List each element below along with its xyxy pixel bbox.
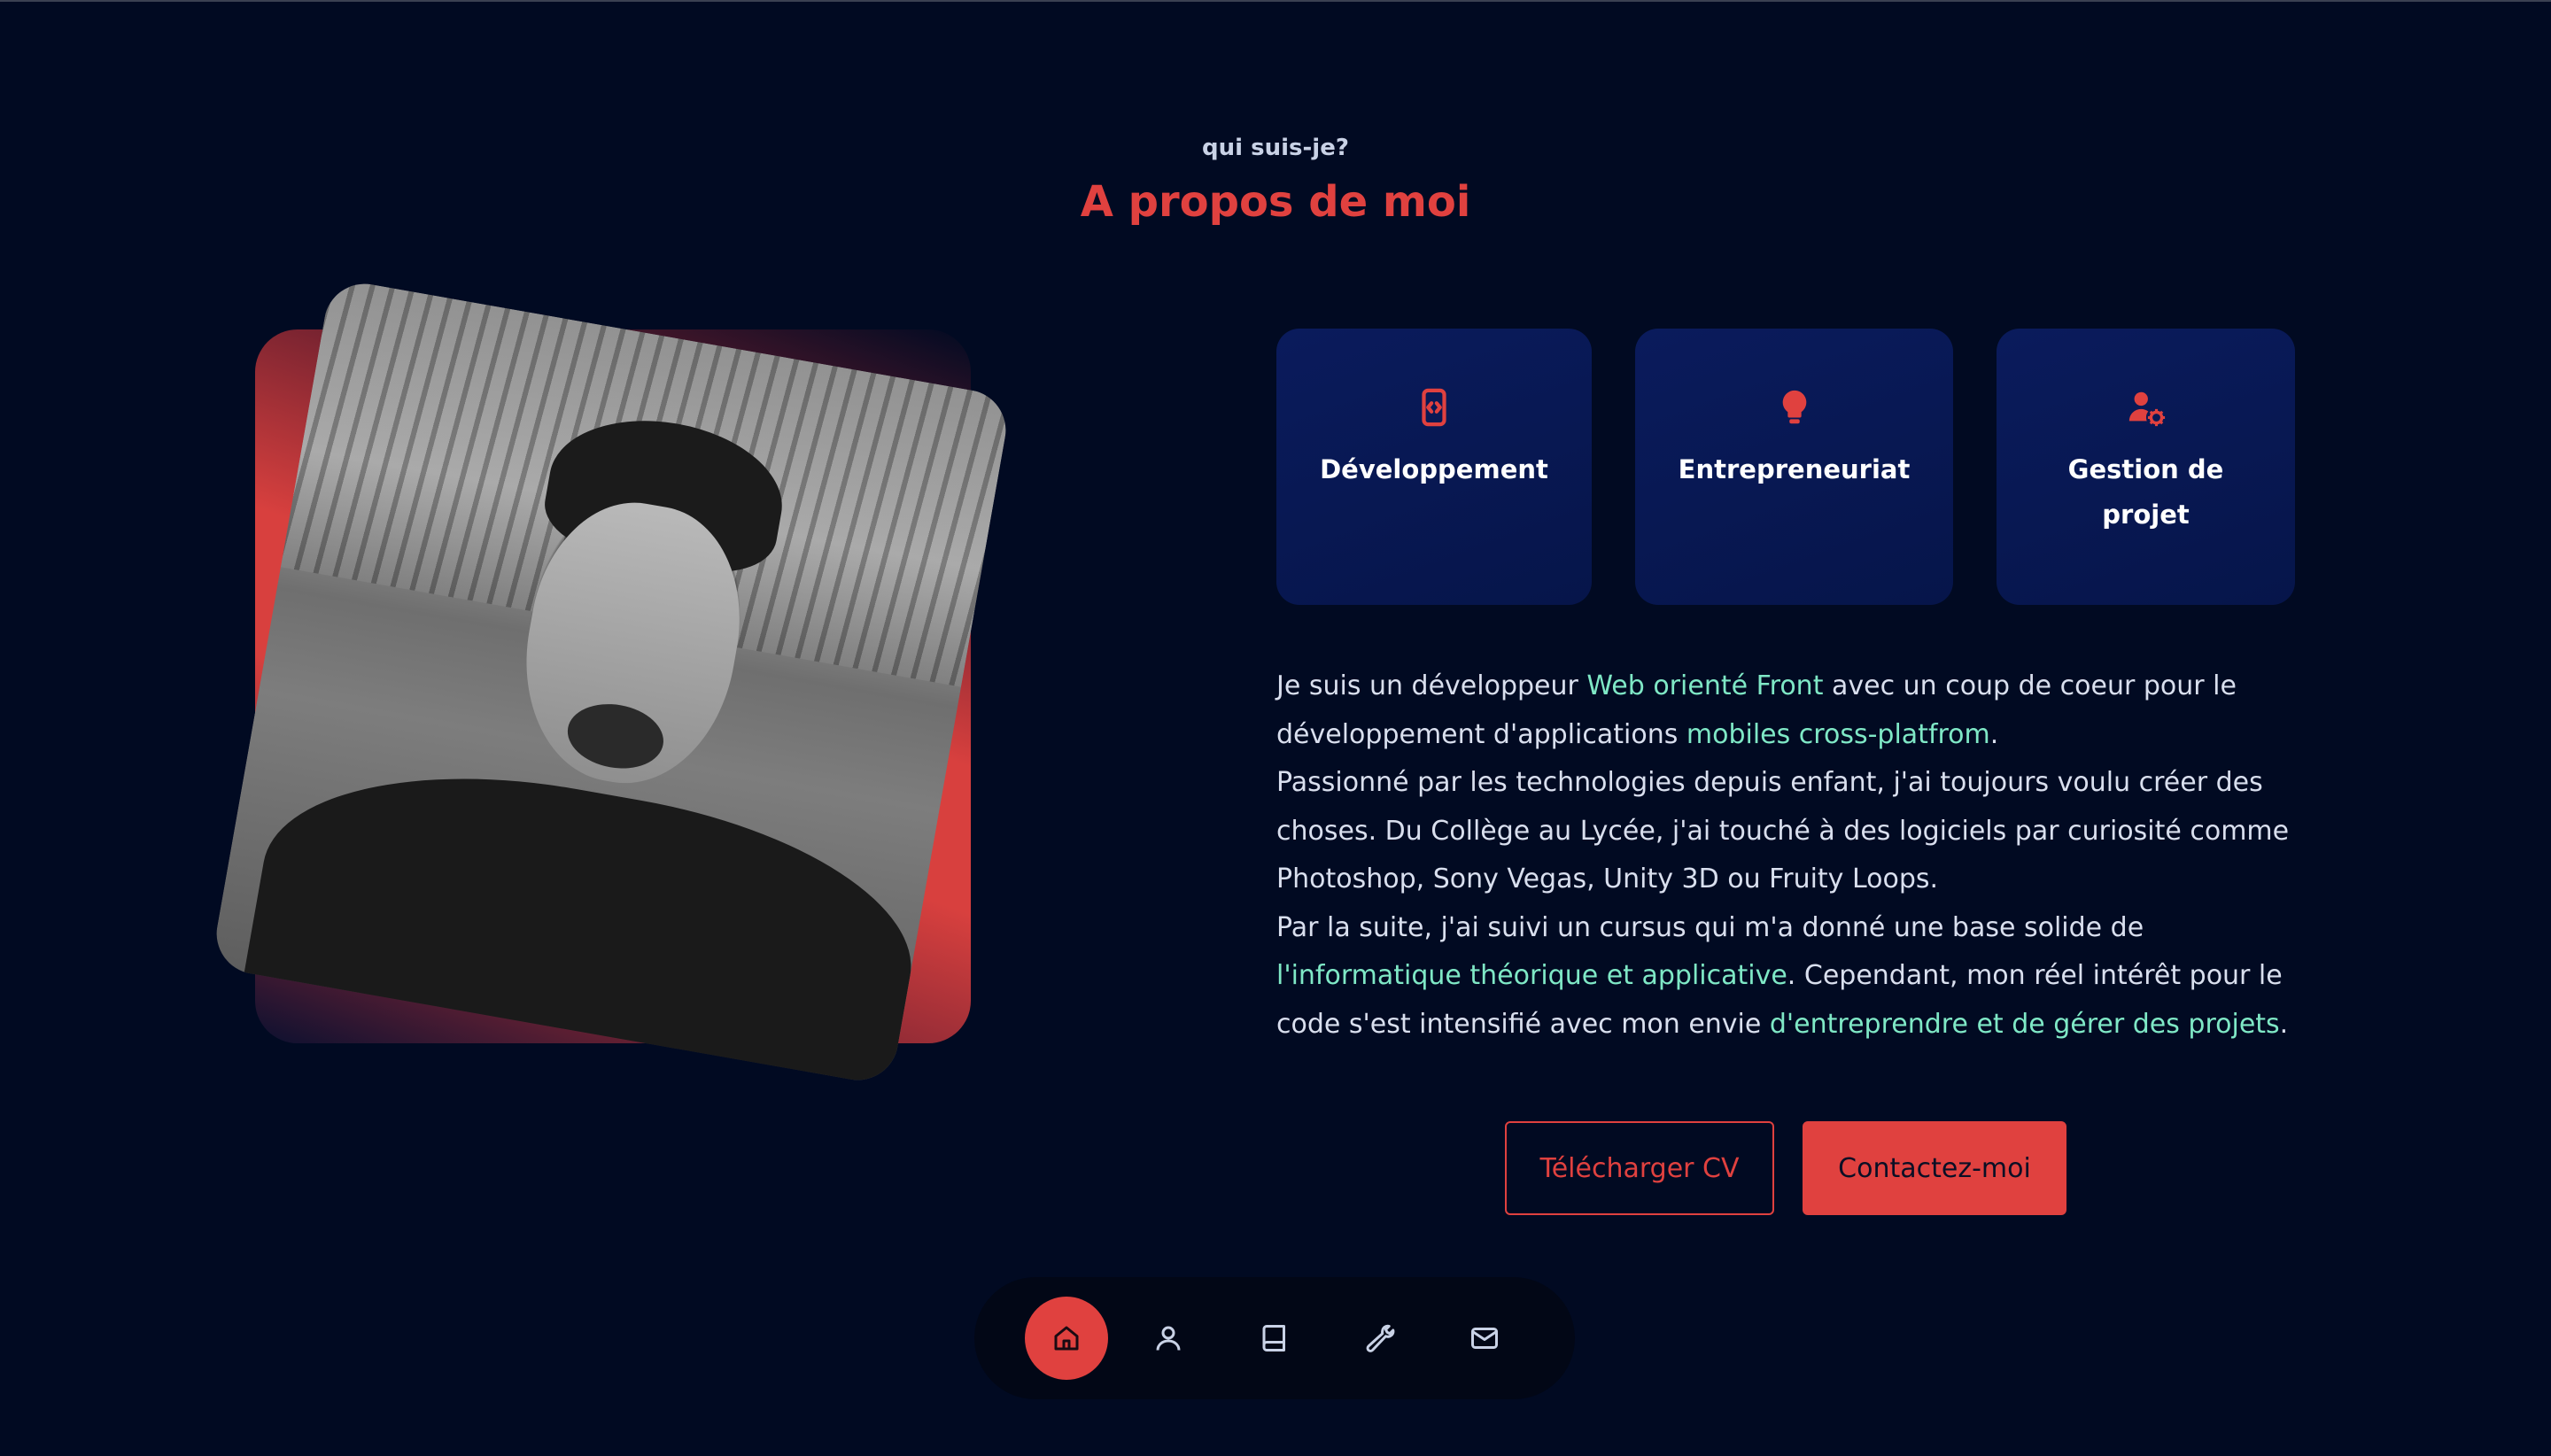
text: Par la suite, j'ai suivi un cursus qui m… (1276, 911, 2144, 943)
window-top-border (0, 0, 2551, 2)
card-gestion-de-projet: Gestion de projet (1997, 329, 2295, 605)
about-description: Je suis un développeur Web orienté Front… (1276, 662, 2295, 1049)
nav-skills[interactable] (1338, 1297, 1421, 1380)
nav-home[interactable] (1025, 1297, 1108, 1380)
wrench-icon (1366, 1324, 1395, 1352)
card-developpement: Développement (1276, 329, 1592, 605)
download-cv-button[interactable]: Télécharger CV (1505, 1121, 1774, 1215)
text: . (1989, 718, 1999, 750)
book-icon (1262, 1325, 1285, 1351)
section-title: A propos de moi (1080, 177, 1471, 227)
mail-icon (1471, 1328, 1498, 1349)
home-icon (1054, 1326, 1079, 1351)
card-label: Développement (1320, 454, 1548, 484)
highlight-web-front: Web orienté Front (1586, 670, 1824, 701)
text: . (2279, 1008, 2289, 1040)
card-label: Gestion de projet (2067, 454, 2224, 530)
card-label: Entrepreneuriat (1678, 454, 1911, 484)
section-subtitle: qui suis-je? (1202, 135, 1349, 161)
card-entrepreneuriat: Entrepreneuriat (1635, 329, 1953, 605)
description-paragraph-1: Je suis un développeur Web orienté Front… (1276, 662, 2295, 759)
text: Je suis un développeur (1276, 670, 1587, 701)
nav-about[interactable] (1127, 1297, 1210, 1380)
description-paragraph-3: Par la suite, j'ai suivi un cursus qui m… (1276, 904, 2295, 1049)
description-paragraph-2: Passionné par les technologies depuis en… (1276, 767, 2290, 895)
nav-experience[interactable] (1233, 1297, 1316, 1380)
profile-photo (210, 277, 1012, 1087)
highlight-informatique: l'informatique théorique et applicative (1276, 960, 1787, 991)
bottom-nav (974, 1277, 1575, 1399)
highlight-mobile: mobiles cross-platfrom (1686, 718, 1990, 750)
user-gear-icon (2128, 391, 2165, 427)
nav-contact[interactable] (1443, 1297, 1526, 1380)
contact-button[interactable]: Contactez-moi (1803, 1121, 2066, 1215)
user-icon (1156, 1326, 1181, 1351)
mobile-code-icon (1422, 388, 1446, 427)
lightbulb-icon (1782, 390, 1806, 424)
highlight-entreprendre: d'entreprendre et de gérer des projets (1769, 1008, 2280, 1040)
